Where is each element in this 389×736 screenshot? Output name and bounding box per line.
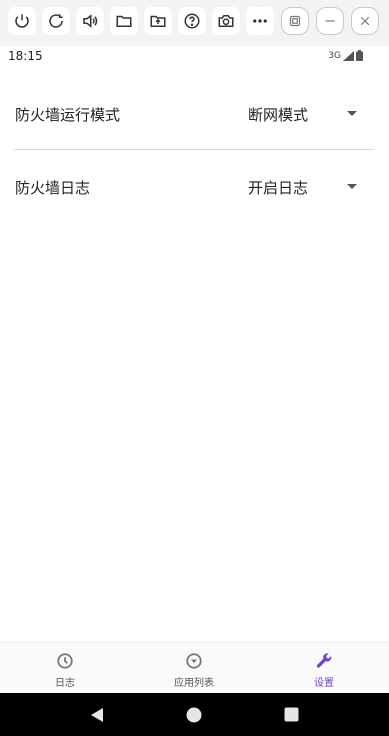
nav-item-log[interactable]: 日志 xyxy=(0,643,130,694)
setting-label: 防火墙运行模式 xyxy=(15,106,121,124)
rotate-icon xyxy=(49,14,63,28)
close-button[interactable] xyxy=(351,7,379,35)
nav-item-app-list[interactable]: 应用列表 xyxy=(129,643,259,694)
network-type: 3G xyxy=(328,50,341,61)
folder-upload-icon xyxy=(150,15,166,27)
firewall-log-setting[interactable]: 防火墙日志 开启日志 xyxy=(0,167,389,207)
minimize-button[interactable] xyxy=(316,7,344,35)
firewall-mode-setting[interactable]: 防火墙运行模式 断网模式 xyxy=(0,94,389,134)
nav-item-settings[interactable]: 设置 xyxy=(259,643,389,694)
more-dots-icon xyxy=(253,19,267,23)
rotate-button[interactable] xyxy=(42,7,70,35)
nav-label: 应用列表 xyxy=(174,678,214,689)
close-icon xyxy=(360,16,370,26)
volume-button[interactable] xyxy=(76,7,104,35)
signal-icon xyxy=(343,50,354,61)
divider xyxy=(14,149,374,150)
bottom-nav: 日志 应用列表 设置 xyxy=(0,642,389,693)
home-icon[interactable] xyxy=(186,707,202,723)
nav-label: 设置 xyxy=(314,678,334,689)
battery-icon xyxy=(356,50,363,61)
volume-icon xyxy=(83,14,98,28)
recents-icon[interactable] xyxy=(284,707,299,722)
clock-icon xyxy=(57,653,73,669)
power-button[interactable] xyxy=(8,7,36,35)
firewall-mode-value[interactable]: 断网模式 xyxy=(248,104,308,125)
minimize-icon xyxy=(325,20,335,22)
folder-button[interactable] xyxy=(110,7,138,35)
status-indicators: 3G xyxy=(328,50,363,61)
window-icon xyxy=(289,15,301,27)
wrench-icon xyxy=(316,653,332,668)
status-time: 18:15 xyxy=(8,49,43,63)
emulator-toolbar xyxy=(0,0,389,46)
help-icon xyxy=(184,13,200,29)
chevron-circle-icon xyxy=(186,653,202,669)
back-icon[interactable] xyxy=(89,707,105,723)
dropdown-arrow-icon[interactable] xyxy=(347,111,357,116)
system-nav-bar xyxy=(0,693,389,736)
firewall-log-value[interactable]: 开启日志 xyxy=(248,177,308,198)
setting-label: 防火墙日志 xyxy=(15,179,91,197)
camera-icon xyxy=(218,15,234,27)
help-button[interactable] xyxy=(178,7,206,35)
window-mode-button[interactable] xyxy=(281,7,309,35)
status-bar: 18:15 3G xyxy=(0,46,389,68)
install-apk-button[interactable] xyxy=(144,7,172,35)
more-button[interactable] xyxy=(246,7,274,35)
power-icon xyxy=(15,14,29,28)
nav-label: 日志 xyxy=(55,678,75,689)
dropdown-arrow-icon[interactable] xyxy=(347,184,357,189)
screenshot-button[interactable] xyxy=(212,7,240,35)
folder-icon xyxy=(116,15,132,27)
